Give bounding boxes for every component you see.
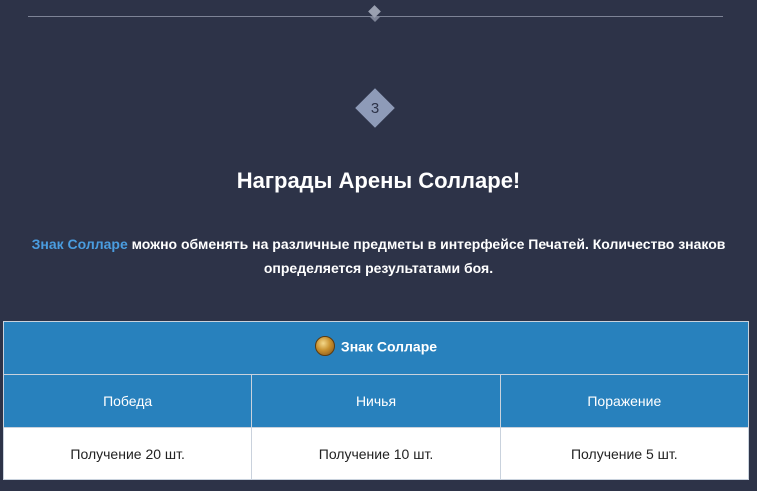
- description: Знак Солларе можно обменять на различные…: [0, 232, 757, 280]
- rewards-table: Знак Солларе Победа Ничья Поражение Полу…: [2, 321, 750, 480]
- coin-icon: [314, 336, 335, 356]
- table-columns-row: Победа Ничья Поражение: [2, 374, 750, 428]
- table-header-label: Знак Солларе: [340, 338, 438, 355]
- value-draw: Получение 10 шт.: [251, 427, 501, 480]
- page-title: Награды Арены Солларе!: [236, 168, 521, 193]
- step-number: 3: [370, 99, 380, 117]
- table-header: Знак Солларе: [3, 321, 749, 375]
- solare-mark-link[interactable]: Знак Солларе: [32, 236, 128, 252]
- column-draw: Ничья: [251, 374, 501, 428]
- column-defeat: Поражение: [499, 374, 750, 428]
- table-row: Получение 20 шт. Получение 10 шт. Получе…: [2, 427, 750, 480]
- value-victory: Получение 20 шт.: [2, 427, 253, 480]
- value-defeat: Получение 5 шт.: [499, 427, 750, 480]
- table-header-row: Знак Солларе: [3, 321, 749, 375]
- description-text: можно обменять на различные предметы в и…: [127, 236, 726, 276]
- column-victory: Победа: [2, 374, 253, 428]
